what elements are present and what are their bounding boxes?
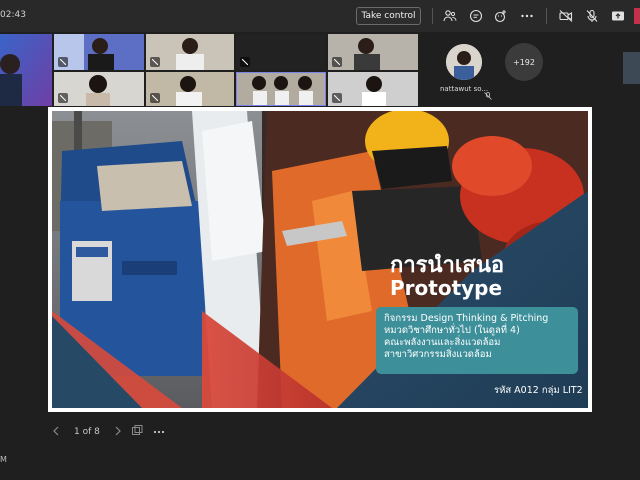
mic-off-icon xyxy=(150,57,160,67)
info-line: กิจกรรม Design Thinking & Pitching xyxy=(384,313,549,324)
slide-group-code: รหัส A012 กลุ่ม LIT2 xyxy=(494,385,583,396)
info-line: หมวดวิชาศึกษาทั่วไป (ในดูลที่ 4) xyxy=(384,325,520,336)
participant-tile[interactable] xyxy=(54,72,144,106)
participant-name: nattawut so... xyxy=(440,85,489,93)
mic-off-icon xyxy=(484,85,492,104)
slide-canvas: การนำเสนอ Prototype กิจกรรม Design Think… xyxy=(52,111,588,408)
more-participants-button[interactable]: +192 xyxy=(505,43,543,81)
participant-tile[interactable] xyxy=(328,72,418,106)
mic-off-icon[interactable] xyxy=(583,7,601,25)
people-icon[interactable] xyxy=(441,7,459,25)
participant-tile[interactable] xyxy=(236,34,326,70)
participant-tile[interactable] xyxy=(0,34,52,106)
mic-off-icon xyxy=(332,93,342,103)
participant-tile[interactable] xyxy=(146,34,234,70)
toolbar-divider xyxy=(432,8,433,24)
info-line: คณะพลังงานและสิ่งแวดล้อม xyxy=(384,337,501,348)
participant-tile[interactable] xyxy=(623,52,640,84)
shared-slide: การนำเสนอ Prototype กิจกรรม Design Think… xyxy=(48,107,592,412)
avatar xyxy=(446,44,482,80)
chat-icon[interactable] xyxy=(467,7,485,25)
slide-title-prototype: Prototype xyxy=(390,276,503,300)
toolbar-divider xyxy=(546,8,547,24)
share-icon[interactable] xyxy=(609,7,627,25)
mic-off-icon xyxy=(58,57,68,67)
camera-off-icon[interactable] xyxy=(557,7,575,25)
more-options-icon[interactable] xyxy=(153,427,165,437)
meeting-toolbar: 02:43 Take control xyxy=(0,0,640,32)
slide-info-box: กิจกรรม Design Thinking & Pitching หมวดว… xyxy=(376,307,578,374)
leave-button[interactable] xyxy=(634,8,640,24)
more-icon[interactable] xyxy=(518,7,536,25)
participant-tile[interactable] xyxy=(146,72,234,106)
mic-off-icon xyxy=(150,93,160,103)
mic-off-icon xyxy=(58,93,68,103)
participant-tile-active[interactable] xyxy=(236,72,326,106)
slide-pager: 1 of 8 xyxy=(52,424,165,440)
take-control-button[interactable]: Take control xyxy=(356,7,421,25)
previous-page-button[interactable] xyxy=(52,426,66,439)
page-indicator: 1 of 8 xyxy=(74,427,100,437)
participant-tile[interactable] xyxy=(328,34,418,70)
meeting-timer: 02:43 xyxy=(0,10,26,20)
reactions-icon[interactable] xyxy=(492,7,510,25)
video-gallery xyxy=(0,34,420,106)
grid-view-icon[interactable] xyxy=(131,425,143,439)
info-line: สาขาวิศวกรรมสิ่งแวดล้อม xyxy=(384,349,492,360)
mic-off-icon xyxy=(240,57,250,67)
next-page-button[interactable] xyxy=(114,426,122,439)
mic-off-icon xyxy=(332,57,342,67)
participant-tile[interactable] xyxy=(54,34,144,70)
status-text: M xyxy=(0,455,7,464)
